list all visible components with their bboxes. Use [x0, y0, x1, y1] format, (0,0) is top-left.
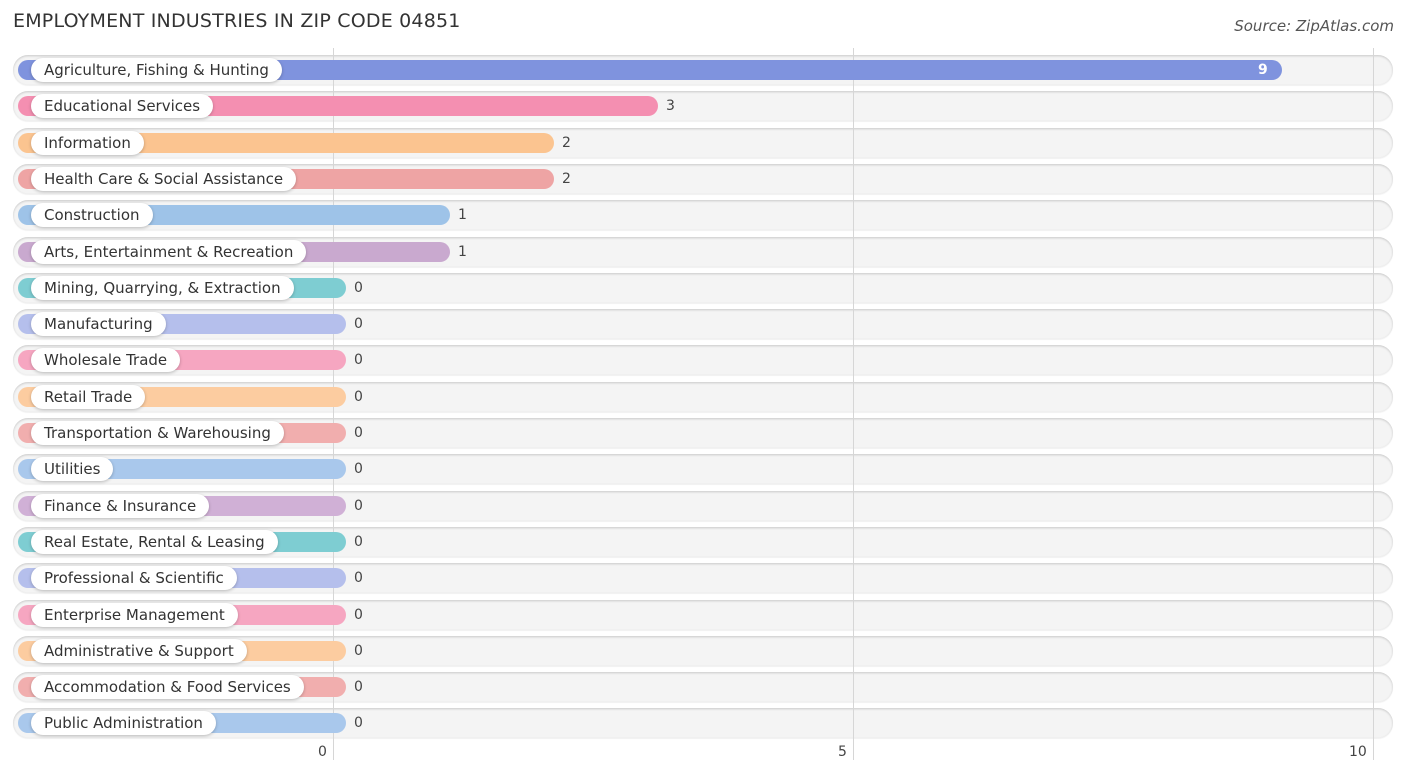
value-label: 1: [458, 207, 467, 224]
category-label: Accommodation & Food Services: [31, 675, 304, 700]
category-label: Wholesale Trade: [31, 348, 181, 373]
value-label: 0: [354, 388, 363, 405]
category-label: Retail Trade: [31, 384, 146, 409]
value-label: 0: [354, 352, 363, 369]
category-label: Administrative & Support: [31, 638, 247, 663]
value-label: 0: [354, 570, 363, 587]
value-label: 1: [458, 243, 467, 260]
category-label: Professional & Scientific: [31, 566, 237, 591]
value-label: 0: [354, 497, 363, 514]
bar-chart: Agriculture, Fishing & Hunting 9 Education…: [0, 0, 1406, 777]
category-label: Real Estate, Rental & Leasing: [31, 529, 278, 554]
gridline-10: [1373, 48, 1374, 760]
value-label: 0: [354, 279, 363, 296]
value-label: 0: [354, 679, 363, 696]
value-label: 0: [354, 316, 363, 333]
value-label: 9: [1258, 62, 1268, 78]
category-label: Information: [31, 130, 144, 155]
category-label: Mining, Quarrying, & Extraction: [31, 275, 294, 300]
category-label: Public Administration: [31, 711, 216, 736]
category-label: Health Care & Social Assistance: [31, 166, 297, 191]
value-label: 0: [354, 533, 363, 550]
x-tick-label: 0: [318, 744, 327, 760]
category-label: Agriculture, Fishing & Hunting: [31, 58, 282, 82]
category-label: Transportation & Warehousing: [31, 421, 284, 445]
x-tick-label: 10: [1349, 744, 1367, 760]
value-label: 2: [562, 134, 571, 151]
value-label: 3: [666, 98, 675, 115]
value-label: 0: [354, 606, 363, 623]
category-label: Utilities: [31, 457, 114, 482]
category-label: Finance & Insurance: [31, 493, 210, 518]
value-label: 0: [354, 642, 363, 659]
category-label: Enterprise Management: [31, 602, 238, 627]
value-label: 0: [354, 461, 363, 478]
value-label: 0: [354, 425, 363, 441]
category-label: Educational Services: [31, 94, 214, 119]
category-label: Arts, Entertainment & Recreation: [31, 239, 307, 264]
category-label: Construction: [31, 203, 153, 228]
value-label: 2: [562, 170, 571, 187]
gridline-5: [853, 48, 854, 760]
x-tick-label: 5: [838, 744, 847, 760]
category-label: Manufacturing: [31, 312, 166, 337]
value-label: 0: [354, 715, 363, 732]
